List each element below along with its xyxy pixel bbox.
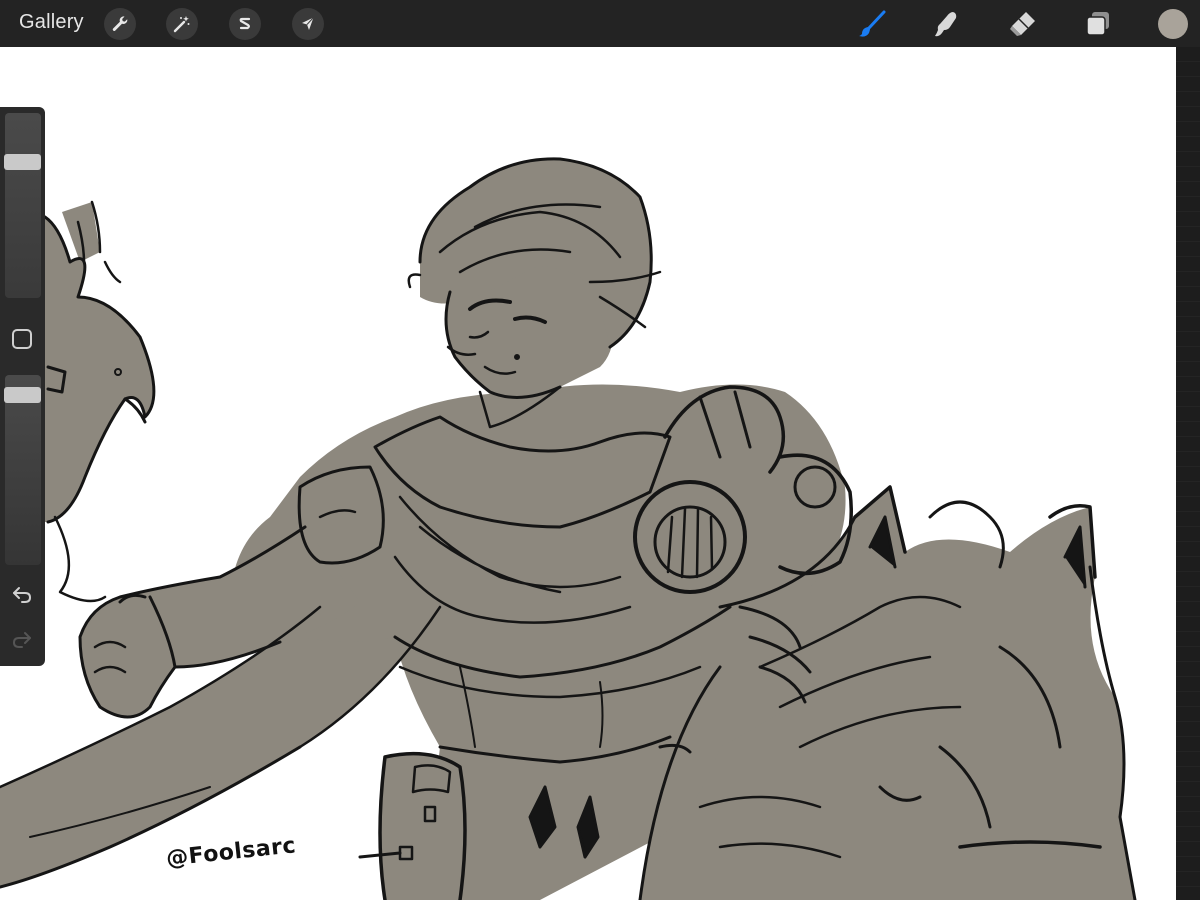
left-sidebar [0, 107, 45, 666]
layers-icon [1086, 12, 1109, 36]
drawing-canvas[interactable]: @Foolsarc [0, 47, 1176, 900]
brush-tool-button[interactable] [855, 7, 889, 41]
redo-arrow-icon [12, 632, 31, 648]
top-toolbar: Gallery [0, 0, 1200, 47]
square-modify-icon[interactable] [12, 329, 32, 349]
brush-size-slider[interactable] [4, 113, 41, 298]
eraser-tool-button[interactable] [1005, 7, 1039, 41]
opacity-slider[interactable] [4, 375, 41, 565]
magic-wand-icon [173, 16, 190, 33]
smudge-finger-icon [935, 12, 957, 37]
redo-button[interactable] [10, 627, 34, 651]
undo-arrow-icon [13, 587, 32, 603]
brush-size-thumb[interactable] [4, 154, 41, 170]
canvas-edge-strip [1176, 47, 1200, 900]
wrench-icon [112, 16, 128, 32]
procreate-app: Gallery @Foolsarc [0, 0, 1200, 900]
canvas-area: @Foolsarc [0, 47, 1200, 900]
selection-s-icon [239, 17, 251, 30]
color-picker-button[interactable] [1158, 9, 1188, 39]
actions-button[interactable] [104, 8, 136, 40]
adjustments-button[interactable] [166, 8, 198, 40]
arrow-cursor-icon [302, 17, 314, 30]
gallery-button[interactable]: Gallery [19, 11, 84, 34]
sketch-artwork [0, 157, 1137, 900]
transform-button[interactable] [292, 8, 324, 40]
smudge-tool-button[interactable] [929, 7, 963, 41]
opacity-thumb[interactable] [4, 387, 41, 403]
layers-button[interactable] [1081, 7, 1115, 41]
undo-button[interactable] [10, 582, 34, 606]
selection-button[interactable] [229, 8, 261, 40]
brush-icon [859, 10, 886, 37]
eraser-icon [1010, 12, 1035, 36]
